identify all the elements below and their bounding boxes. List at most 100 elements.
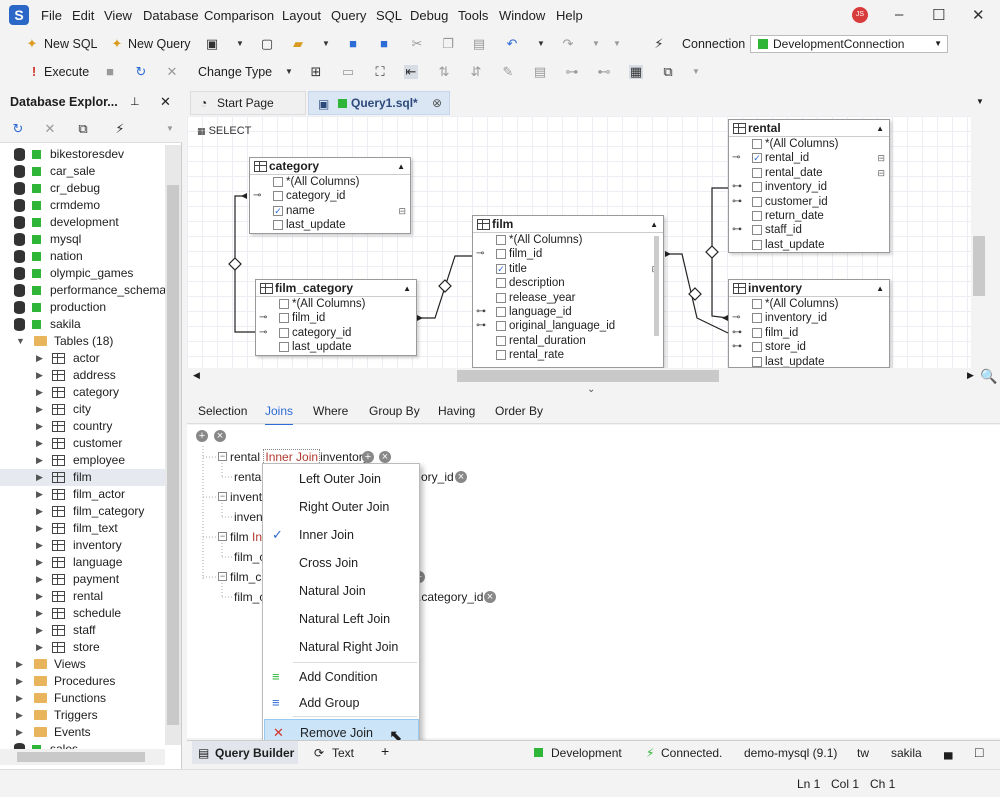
- join-condition-1-right[interactable]: ory_id: [421, 470, 454, 484]
- tree-scrollbar[interactable]: [165, 145, 181, 745]
- entity-column[interactable]: ⊸ category_id: [250, 189, 410, 203]
- column-detail-icon[interactable]: ⊟: [877, 151, 885, 165]
- unlink-icon[interactable]: ⊷: [597, 65, 611, 79]
- new-sql-button[interactable]: New SQL: [44, 37, 98, 51]
- save-icon[interactable]: ■: [346, 37, 360, 51]
- entity-title[interactable]: rental ▲: [729, 120, 889, 137]
- canvas-vscrollbar-thumb[interactable]: [973, 236, 985, 296]
- new-doc-icon[interactable]: ▣: [205, 37, 219, 51]
- tree-item[interactable]: bikestoresdev: [0, 146, 165, 163]
- entity-column[interactable]: last_update: [729, 355, 889, 367]
- dropdown-arrow-icon[interactable]: ▼: [689, 65, 703, 79]
- menu-edit[interactable]: Edit: [72, 8, 94, 23]
- menu-layout[interactable]: Layout: [282, 8, 321, 23]
- edit-icon[interactable]: ✎: [501, 65, 515, 79]
- tree-item[interactable]: ▶ Functions: [0, 690, 165, 707]
- column-checkbox[interactable]: [273, 220, 283, 231]
- open-folder-icon[interactable]: ▰: [291, 37, 305, 51]
- new-query-button[interactable]: New Query: [128, 37, 191, 51]
- entity-column[interactable]: *(All Columns): [729, 137, 889, 151]
- column-checkbox[interactable]: [279, 327, 289, 338]
- tree-item[interactable]: ▶ Views: [0, 656, 165, 673]
- scroll-left-icon[interactable]: ◀: [193, 370, 200, 381]
- user-avatar[interactable]: JS: [852, 7, 868, 23]
- column-checkbox[interactable]: [752, 167, 762, 178]
- column-checkbox[interactable]: [752, 239, 762, 250]
- column-checkbox[interactable]: [752, 356, 762, 367]
- entity-column[interactable]: ⊶ staff_id: [729, 223, 889, 237]
- entity-column[interactable]: last_update: [256, 340, 416, 354]
- chevron-right-icon[interactable]: ▶: [36, 588, 43, 605]
- close-icon[interactable]: ✕: [972, 6, 985, 24]
- entity-column[interactable]: rental_duration: [473, 334, 663, 348]
- redo-icon[interactable]: ↷: [561, 37, 575, 51]
- tree-item[interactable]: car_sale: [0, 163, 165, 180]
- menu-query[interactable]: Query: [331, 8, 366, 23]
- chevron-right-icon[interactable]: ▶: [16, 656, 23, 673]
- connection-plug-icon[interactable]: ⚡: [652, 37, 666, 51]
- zoom-icon[interactable]: 🔍: [980, 368, 997, 385]
- chevron-right-icon[interactable]: ▶: [36, 571, 43, 588]
- new-connection-icon[interactable]: ⚡: [113, 122, 127, 136]
- add-table-icon[interactable]: ⊞: [309, 65, 323, 79]
- collapse-join-icon[interactable]: −: [218, 452, 227, 461]
- layout-full-icon[interactable]: □: [975, 744, 983, 760]
- menu-add-group[interactable]: ≡ Add Group: [264, 690, 419, 716]
- tree-item[interactable]: nation: [0, 248, 165, 265]
- menu-natural-right-join[interactable]: Natural Right Join: [264, 634, 419, 660]
- column-detail-icon[interactable]: ⊟: [398, 204, 406, 218]
- menu-window[interactable]: Window: [499, 8, 545, 23]
- dropdown-arrow-icon[interactable]: ▼: [534, 37, 548, 51]
- dropdown-arrow-icon[interactable]: ▼: [319, 37, 333, 51]
- entity-column[interactable]: ⊶ store_id: [729, 340, 889, 354]
- entity-column[interactable]: ⊶ film_id: [729, 326, 889, 340]
- entity-title[interactable]: film_category ▲: [256, 280, 416, 297]
- chevron-right-icon[interactable]: ▶: [36, 486, 43, 503]
- refresh-icon[interactable]: ↻: [134, 65, 148, 79]
- entity-title[interactable]: film ▲: [473, 216, 663, 233]
- entity-column[interactable]: ⊶ customer_id: [729, 195, 889, 209]
- tree-item[interactable]: sakila: [0, 316, 165, 333]
- pin-icon[interactable]: ⊥: [130, 95, 140, 108]
- entity-column[interactable]: ⊸ film_id: [256, 311, 416, 325]
- export-icon[interactable]: ⧉: [661, 65, 675, 79]
- collapse-icon[interactable]: ▲: [397, 158, 405, 175]
- chevron-right-icon[interactable]: ▶: [16, 707, 23, 724]
- collapse-icon[interactable]: ⧉: [76, 122, 90, 136]
- canvas-hscrollbar[interactable]: ◀ ▶: [187, 368, 987, 384]
- tree-item[interactable]: production: [0, 299, 165, 316]
- tree-item[interactable]: development: [0, 214, 165, 231]
- entity-column[interactable]: ⊸ inventory_id: [729, 311, 889, 325]
- chevron-right-icon[interactable]: ▶: [36, 350, 43, 367]
- entity-column[interactable]: ⊸ ✓ rental_id ⊟: [729, 151, 889, 165]
- entity-film-category[interactable]: film_category ▲ *(All Columns) ⊸ film_id ⊸…: [255, 279, 417, 356]
- paste-icon[interactable]: ▤: [472, 37, 486, 51]
- dropdown-arrow-icon[interactable]: ▼: [233, 37, 247, 51]
- tree-item[interactable]: ▶ Procedures: [0, 673, 165, 690]
- tree-hscrollbar[interactable]: [0, 749, 165, 765]
- tree-item[interactable]: ▶ employee: [0, 452, 165, 469]
- stop-icon[interactable]: ■: [103, 65, 117, 79]
- column-checkbox[interactable]: [496, 249, 506, 260]
- column-checkbox[interactable]: [496, 306, 506, 317]
- entity-column[interactable]: *(All Columns): [729, 297, 889, 311]
- tree-item[interactable]: ▶ rental: [0, 588, 165, 605]
- entity-column[interactable]: *(All Columns): [250, 175, 410, 189]
- entity-column[interactable]: *(All Columns): [473, 233, 663, 247]
- copy-icon[interactable]: ❐: [441, 37, 455, 51]
- new-file-icon[interactable]: ▢: [260, 37, 274, 51]
- column-checkbox[interactable]: [752, 196, 762, 207]
- entity-inventory[interactable]: inventory ▲ *(All Columns) ⊸ inventory_id …: [728, 279, 890, 368]
- entity-title[interactable]: inventory ▲: [729, 280, 889, 297]
- tree-item[interactable]: ▶ address: [0, 367, 165, 384]
- cancel-icon[interactable]: ✕: [165, 65, 179, 79]
- menu-tools[interactable]: Tools: [458, 8, 488, 23]
- tree-item[interactable]: ▶ store: [0, 639, 165, 656]
- add-tab-icon[interactable]: +: [381, 743, 389, 759]
- chevron-right-icon[interactable]: ▶: [36, 367, 43, 384]
- collapse-icon[interactable]: ▲: [650, 216, 658, 233]
- sort-desc-icon[interactable]: ⇵: [469, 65, 483, 79]
- column-checkbox[interactable]: [752, 299, 762, 309]
- tree-item[interactable]: ▶ city: [0, 401, 165, 418]
- delete-icon[interactable]: ✕: [43, 122, 57, 136]
